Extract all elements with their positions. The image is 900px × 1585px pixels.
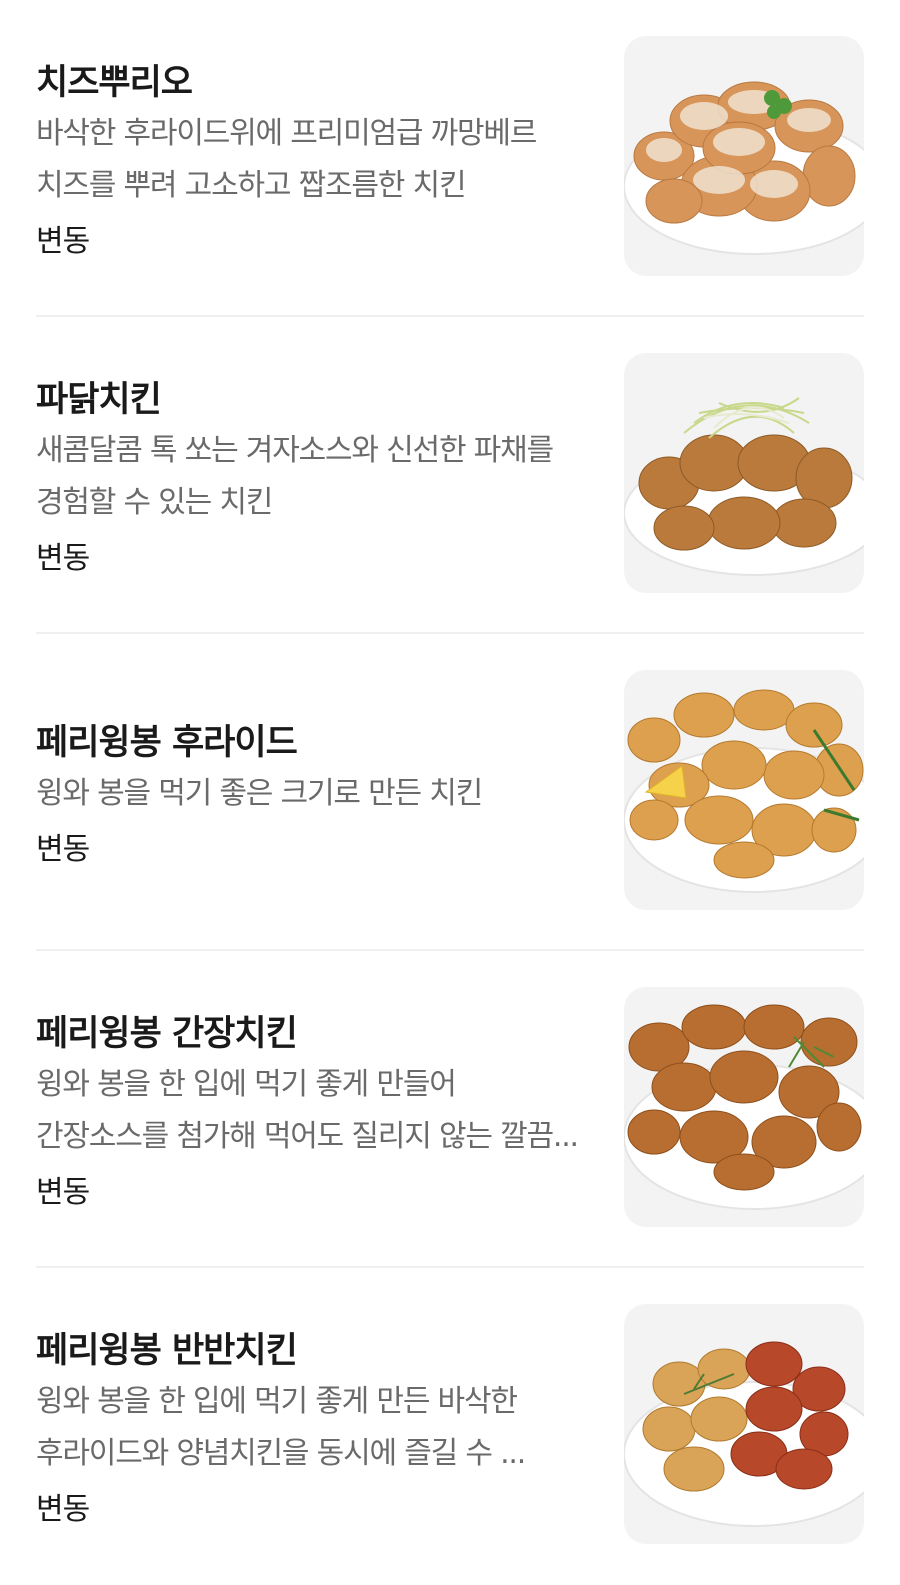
menu-item-photo[interactable] xyxy=(624,1304,864,1544)
menu-item-wingbong-half-half[interactable]: 페리윙봉 반반치킨 윙와 봉을 한 입에 먹기 좋게 만든 바삭한 후라이드와 … xyxy=(36,1268,864,1585)
menu-item-price: 변동 xyxy=(36,1175,90,1210)
menu-item-cheese-purio[interactable]: 치즈뿌리오 바삭한 후라이드위에 프리미엄급 까망베르 치즈를 뿌려 고소하고 … xyxy=(36,0,864,317)
menu-item-description: 윙와 봉을 먹기 좋은 크기로 만든 치킨 xyxy=(36,776,483,811)
menu-item-price: 변동 xyxy=(36,832,90,867)
menu-item-description: 바삭한 후라이드위에 프리미엄급 까망베르 치즈를 뿌려 고소하고 짭조름한 치… xyxy=(36,116,537,203)
menu-item-text: 페리윙봉 반반치킨 윙와 봉을 한 입에 먹기 좋게 만든 바삭한 후라이드와 … xyxy=(36,1268,586,1585)
menu-item-text: 페리윙봉 간장치킨 윙와 봉을 한 입에 먹기 좋게 만들어 간장소스를 첨가해… xyxy=(36,951,586,1266)
soy-sauce-wings-photo xyxy=(624,1004,864,1210)
menu-item-name: 파닭치킨 xyxy=(36,380,162,420)
menu-item-description: 새콤달콤 톡 쏘는 겨자소스와 신선한 파채를 경험할 수 있는 치킨 xyxy=(36,433,554,520)
menu-item-price: 변동 xyxy=(36,224,90,259)
menu-list: 치즈뿌리오 바삭한 후라이드위에 프리미엄급 까망베르 치즈를 뿌려 고소하고 … xyxy=(0,0,900,1560)
menu-item-description: 윙와 봉을 한 입에 먹기 좋게 만든 바삭한 후라이드와 양념치킨을 동시에 … xyxy=(36,1384,526,1471)
menu-item-name: 페리윙봉 후라이드 xyxy=(36,723,298,763)
fried-wings-photo xyxy=(624,689,864,893)
menu-item-name: 페리윙봉 간장치킨 xyxy=(36,1014,298,1054)
menu-item-description: 윙와 봉을 한 입에 먹기 좋게 만들어 간장소스를 첨가해 먹어도 질리지 않… xyxy=(36,1067,579,1154)
menu-item-price: 변동 xyxy=(36,1492,90,1527)
menu-item-name: 치즈뿌리오 xyxy=(36,63,193,103)
menu-item-green-onion-chicken[interactable]: 파닭치킨 새콤달콤 톡 쏘는 겨자소스와 신선한 파채를 경험할 수 있는 치킨… xyxy=(36,317,864,634)
menu-item-photo[interactable] xyxy=(624,987,864,1227)
menu-item-wingbong-soy[interactable]: 페리윙봉 간장치킨 윙와 봉을 한 입에 먹기 좋게 만들어 간장소스를 첨가해… xyxy=(36,951,864,1268)
menu-item-photo[interactable] xyxy=(624,670,864,910)
menu-item-price: 변동 xyxy=(36,541,90,576)
menu-item-text: 치즈뿌리오 바삭한 후라이드위에 프리미엄급 까망베르 치즈를 뿌려 고소하고 … xyxy=(36,0,586,315)
menu-item-name: 페리윙봉 반반치킨 xyxy=(36,1331,298,1371)
half-half-wings-photo xyxy=(624,1341,864,1527)
cheese-powder-chicken-photo xyxy=(624,81,864,255)
green-onion-chicken-photo xyxy=(624,397,864,576)
menu-item-wingbong-fried[interactable]: 페리윙봉 후라이드 윙와 봉을 먹기 좋은 크기로 만든 치킨 변동 xyxy=(36,634,864,951)
menu-item-photo[interactable] xyxy=(624,36,864,276)
menu-item-text: 파닭치킨 새콤달콤 톡 쏘는 겨자소스와 신선한 파채를 경험할 수 있는 치킨… xyxy=(36,317,586,632)
menu-item-photo[interactable] xyxy=(624,353,864,593)
menu-item-text: 페리윙봉 후라이드 윙와 봉을 먹기 좋은 크기로 만든 치킨 변동 xyxy=(36,634,586,949)
